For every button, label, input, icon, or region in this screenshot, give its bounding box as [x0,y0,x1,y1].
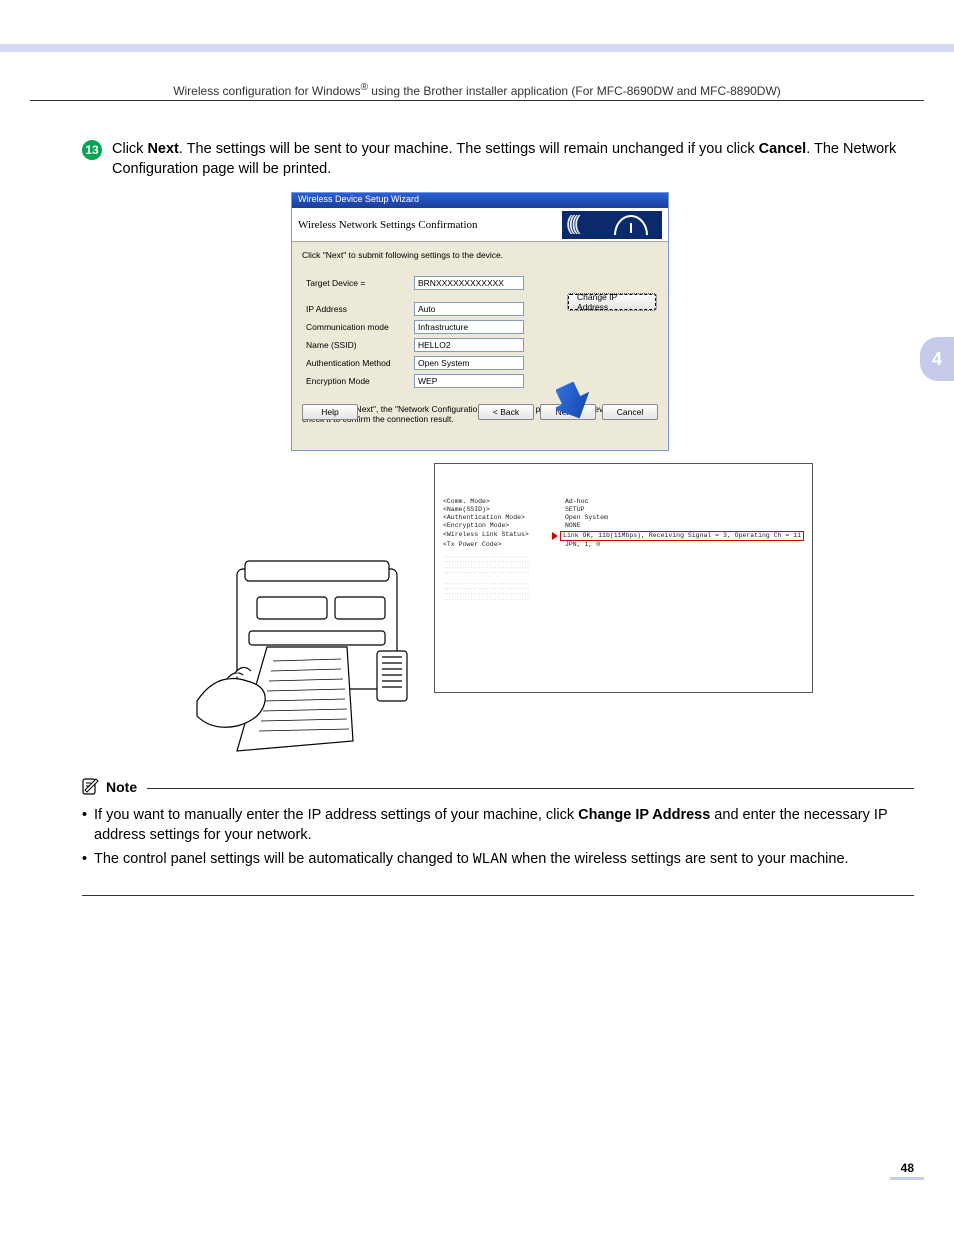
page-header: Wireless configuration for Windows® usin… [0,82,954,98]
ip-value[interactable]: Auto [414,302,524,316]
help-label: Help [321,407,338,417]
field-comm: Communication mode Infrastructure [302,318,528,336]
note-header: Note [82,778,914,796]
wizard-button-row: Help < Back Next > Cancel [302,404,658,420]
print-enc-k: <Encryption Mode> [443,522,565,530]
bullet-dot-icon: • [82,850,87,870]
print-ssid-k: <Name(SSID)> [443,506,565,514]
wizard-intro: Click "Next" to submit following setting… [302,250,658,260]
comm-value[interactable]: Infrastructure [414,320,524,334]
print-tiny-text: ································ ·······… [443,555,804,604]
target-label: Target Device = [302,274,410,292]
print-row-enc: <Encryption Mode> NONE [443,522,804,530]
back-button[interactable]: < Back [478,404,534,420]
chapter-tab: 4 [920,337,954,381]
note-end-divider [82,895,914,896]
print-row-link: <Wireless Link Status> Link OK, 11b(11Mb… [443,531,804,541]
wizard-titlebar-text: Wireless Device Setup Wizard [298,194,419,204]
step-number-badge: 13 [82,140,102,160]
auth-label: Authentication Method [302,354,410,372]
note2-post: when the wireless settings are sent to y… [508,851,849,867]
highlight-arrow-icon [552,532,558,540]
header-post: using the Brother installer application … [368,84,781,98]
chapter-number: 4 [932,349,942,370]
wizard-fields-table: Target Device = BRNXXXXXXXXXXXX IP Addre… [302,274,528,390]
note1-pre: If you want to manually enter the IP add… [94,807,578,823]
ssid-value[interactable]: HELLO2 [414,338,524,352]
ssid-label: Name (SSID) [302,336,410,354]
print-row-auth: <Authentication Mode> Open System [443,514,804,522]
enc-value[interactable]: WEP [414,374,524,388]
cancel-label: Cancel [617,407,643,417]
print-link-v: Link OK, 11b(11Mbps), Receiving Signal =… [560,531,804,541]
note-pencil-icon [82,778,100,796]
print-tx-v: JPN, 1, 0 [565,541,804,549]
print-auth-v: Open System [565,514,804,522]
enc-label: Encryption Mode [302,372,410,390]
wizard-titlebar: Wireless Device Setup Wizard [292,193,668,208]
print-auth-k: <Authentication Mode> [443,514,565,522]
wifi-logo-icon [562,211,662,239]
page-number-bar [890,1177,924,1180]
wizard-body: Click "Next" to submit following setting… [292,242,668,428]
page-number: 48 [901,1161,914,1175]
change-ip-button[interactable]: Change IP Address [568,294,656,310]
note-title: Note [106,779,137,795]
print-enc-v: NONE [565,522,804,530]
note2-code: WLAN [473,852,508,868]
cancel-button[interactable]: Cancel [602,404,658,420]
next-button[interactable]: Next > [540,404,596,420]
print-row-tx: <Tx Power Code> JPN, 1, 0 [443,541,804,549]
network-config-printout: <Comm. Mode> Ad-hoc <Name(SSID)> SETUP <… [434,463,813,693]
field-target: Target Device = BRNXXXXXXXXXXXX [302,274,528,292]
print-row-comm: <Comm. Mode> Ad-hoc [443,498,804,506]
help-button[interactable]: Help [302,404,358,420]
print-ssid-v: SETUP [565,506,804,514]
print-link-k: <Wireless Link Status> [443,531,552,541]
note-divider [147,788,914,789]
bullet-dot-icon: • [82,806,87,826]
field-auth: Authentication Method Open System [302,354,528,372]
print-row-ssid: <Name(SSID)> SETUP [443,506,804,514]
note1-bold: Change IP Address [578,807,710,823]
step-pre: Click [112,141,147,157]
step-bold-next: Next [147,141,178,157]
note-bullet-1: • If you want to manually enter the IP a… [94,806,914,845]
next-label: Next > [556,407,581,417]
back-label: < Back [493,407,519,417]
auth-value[interactable]: Open System [414,356,524,370]
field-ip: IP Address Auto [302,300,528,318]
change-ip-label: Change IP Address [577,292,647,312]
target-value[interactable]: BRNXXXXXXXXXXXX [414,276,524,290]
header-divider [30,100,924,101]
wizard-dialog: Wireless Device Setup Wizard Wireless Ne… [291,192,669,451]
printer-illustration [177,551,442,756]
field-ssid: Name (SSID) HELLO2 [302,336,528,354]
comm-label: Communication mode [302,318,410,336]
ip-label: IP Address [302,300,410,318]
note2-pre: The control panel settings will be autom… [94,851,473,867]
step-bold-cancel: Cancel [759,141,807,157]
header-pre: Wireless configuration for Windows [173,84,360,98]
field-enc: Encryption Mode WEP [302,372,528,390]
note-bullet-2: • The control panel settings will be aut… [94,850,914,871]
top-accent-bar [0,44,954,52]
step-instruction: Click Next. The settings will be sent to… [112,140,914,179]
step-mid: . The settings will be sent to your mach… [179,141,759,157]
print-comm-k: <Comm. Mode> [443,498,565,506]
print-tx-k: <Tx Power Code> [443,541,565,549]
wizard-header: Wireless Network Settings Confirmation [292,208,668,242]
print-comm-v: Ad-hoc [565,498,804,506]
wizard-header-title: Wireless Network Settings Confirmation [298,219,478,231]
header-sup: ® [361,82,368,93]
step-number: 13 [85,143,98,157]
